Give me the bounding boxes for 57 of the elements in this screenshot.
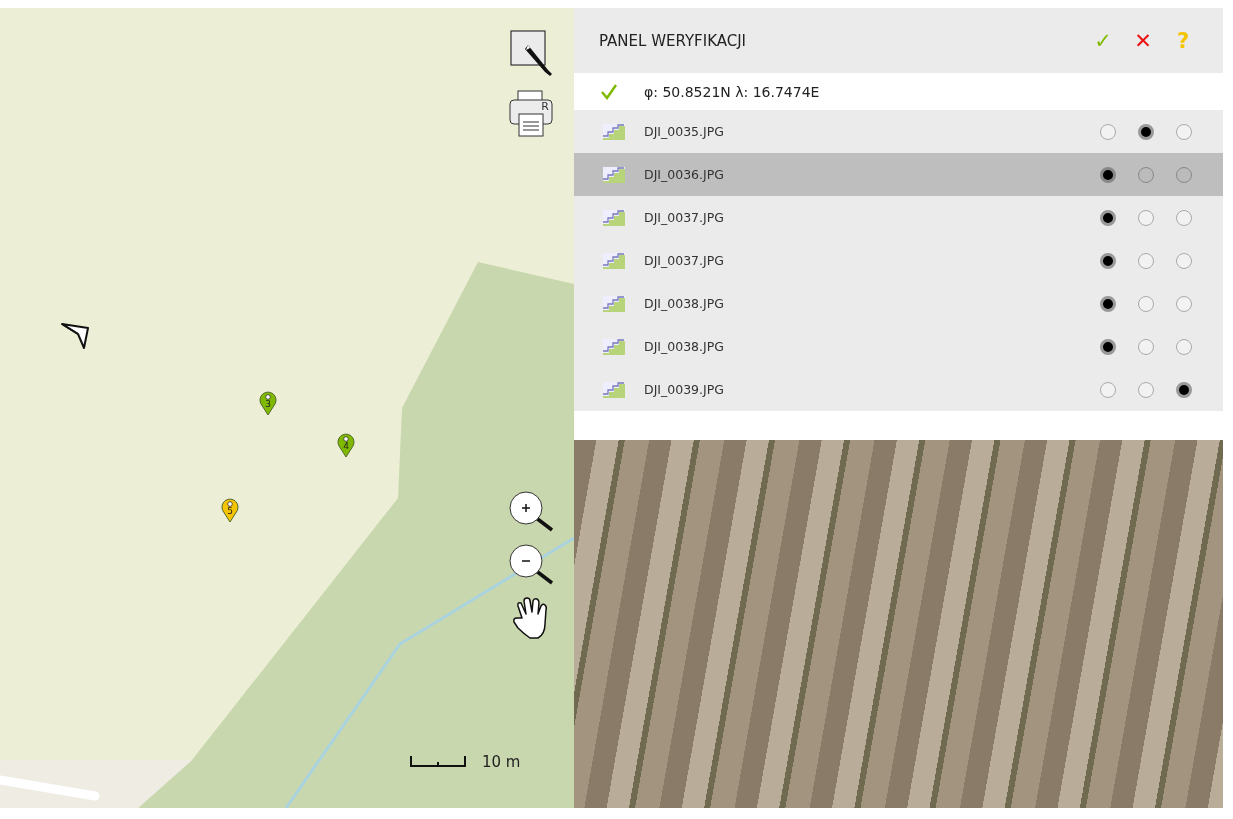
- photo-row[interactable]: DJI_0035.JPG: [574, 110, 1223, 153]
- photo-row[interactable]: DJI_0038.JPG: [574, 282, 1223, 325]
- radio-button[interactable]: [1176, 209, 1192, 226]
- file-name: DJI_0037.JPG: [644, 253, 725, 268]
- image-file-icon: [603, 338, 625, 355]
- radio-button[interactable]: [1138, 252, 1154, 269]
- photo-row[interactable]: DJI_0039.JPG: [574, 368, 1223, 411]
- radio-button[interactable]: [1138, 381, 1154, 398]
- photo-row[interactable]: DJI_0037.JPG: [574, 196, 1223, 239]
- column-header: ?: [1175, 28, 1191, 53]
- image-file-icon: [603, 295, 625, 312]
- file-name: DJI_0038.JPG: [644, 296, 725, 311]
- map-pin[interactable]: 4: [337, 432, 355, 458]
- image-file-icon: [603, 252, 625, 269]
- image-file-icon: [603, 209, 625, 226]
- radio-button[interactable]: [1100, 166, 1116, 183]
- image-file-icon: [603, 166, 625, 183]
- map-view[interactable]: 3 4 5 R 10 m: [0, 8, 574, 808]
- radio-button[interactable]: [1176, 123, 1192, 140]
- radio-button[interactable]: [1176, 338, 1192, 355]
- image-file-icon: [603, 123, 625, 140]
- radio-button[interactable]: [1176, 252, 1192, 269]
- radio-button[interactable]: [1176, 381, 1192, 398]
- file-name: DJI_0035.JPG: [644, 124, 725, 139]
- radio-button[interactable]: [1138, 209, 1154, 226]
- photo-row[interactable]: DJI_0037.JPG: [574, 239, 1223, 282]
- file-name: DJI_0036.JPG: [644, 167, 725, 182]
- radio-button[interactable]: [1100, 338, 1116, 355]
- file-name: DJI_0037.JPG: [644, 210, 725, 225]
- column-header: ✓: [1093, 28, 1113, 53]
- radio-button[interactable]: [1100, 295, 1116, 312]
- image-file-icon: [603, 381, 625, 398]
- radio-button[interactable]: [1100, 209, 1116, 226]
- radio-button[interactable]: [1138, 295, 1154, 312]
- column-header: ✕: [1133, 28, 1153, 53]
- radio-button[interactable]: [1176, 166, 1192, 183]
- scale-label: 10 m: [482, 753, 521, 771]
- radio-button[interactable]: [1176, 295, 1192, 312]
- file-name: DJI_0039.JPG: [644, 382, 725, 397]
- coordinates-text: φ: 50.8521N λ: 16.7474E: [644, 83, 820, 100]
- map-pin[interactable]: 5: [221, 497, 239, 523]
- radio-button[interactable]: [1138, 123, 1154, 140]
- photo-row[interactable]: DJI_0038.JPG: [574, 325, 1223, 368]
- pencil-icon[interactable]: [510, 30, 554, 78]
- photo-row[interactable]: DJI_0036.JPG: [574, 153, 1223, 196]
- radio-button[interactable]: [1138, 338, 1154, 355]
- map-pin[interactable]: 3: [259, 390, 277, 416]
- zoom-out-icon[interactable]: [509, 544, 555, 586]
- check-icon: [600, 83, 618, 100]
- scale-bar: [410, 756, 466, 768]
- radio-button[interactable]: [1138, 166, 1154, 183]
- panel-title: PANEL WERYFIKACJI: [599, 31, 748, 50]
- zoom-in-icon[interactable]: [509, 491, 555, 533]
- radio-button[interactable]: [1100, 252, 1116, 269]
- file-name: DJI_0038.JPG: [644, 339, 725, 354]
- radio-button[interactable]: [1100, 123, 1116, 140]
- radio-button[interactable]: [1100, 381, 1116, 398]
